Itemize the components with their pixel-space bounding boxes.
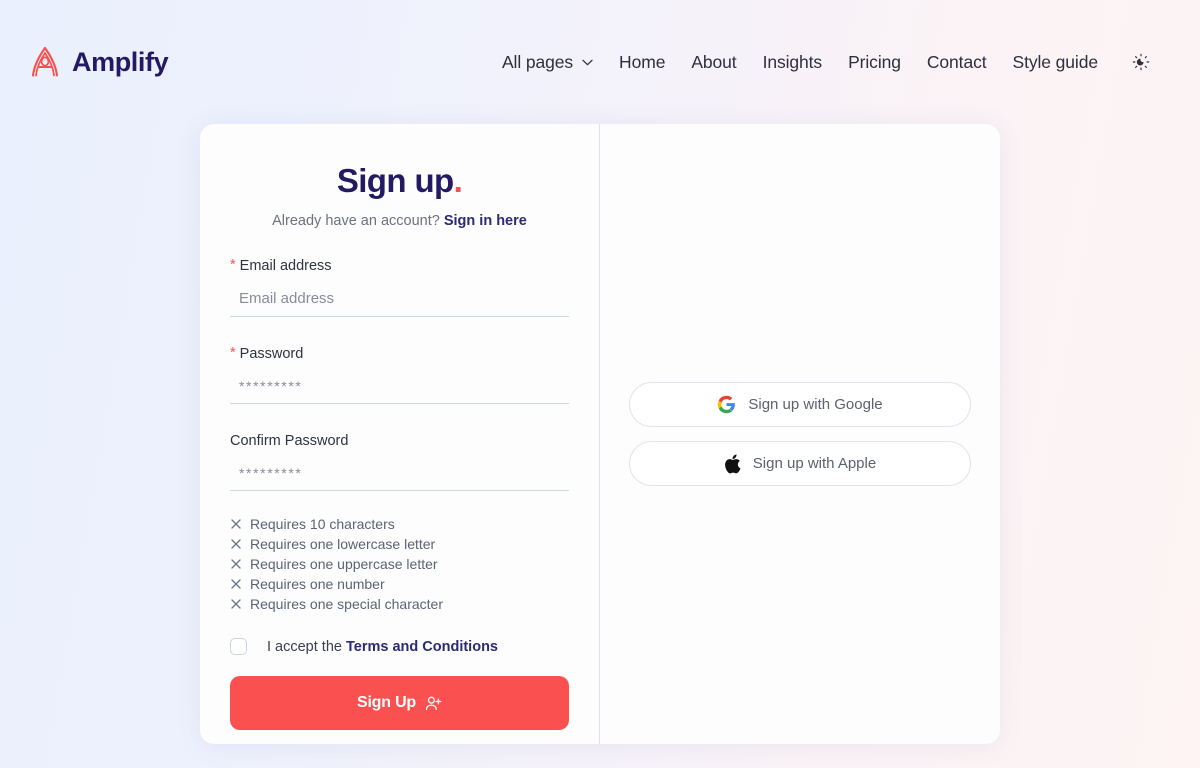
confirm-password-field-group: Confirm Password <box>230 433 569 491</box>
sun-moon-toggle-icon[interactable] <box>1126 47 1156 77</box>
nav-item-about[interactable]: About <box>691 52 736 73</box>
password-input[interactable] <box>230 362 569 404</box>
requirement-text: Requires one lowercase letter <box>250 536 436 552</box>
social-signup-pane: Sign up with Google Sign up with Apple <box>600 124 1000 744</box>
requirement-item: Requires one uppercase letter <box>230 554 569 574</box>
x-icon <box>230 598 242 610</box>
email-input[interactable] <box>230 274 569 317</box>
sign-up-button-label: Sign Up <box>356 694 417 711</box>
sign-up-with-google-button[interactable]: Sign up with Google <box>629 382 971 427</box>
terms-row: I accept the Terms and Conditions <box>230 638 569 655</box>
sign-up-with-apple-button[interactable]: Sign up with Apple <box>629 441 971 486</box>
top-navbar: Amplify All pages Home About Insights Pr… <box>0 0 1200 124</box>
requirement-text: Requires one special character <box>250 596 443 612</box>
signup-card-wrapper: Sign up. Already have an account? Sign i… <box>0 124 1200 744</box>
nav-item-pricing[interactable]: Pricing <box>848 52 901 73</box>
email-field-group: * Email address <box>230 257 569 317</box>
confirm-password-field-label: Confirm Password <box>230 433 569 449</box>
nav-item-all-pages-label: All pages <box>501 51 574 72</box>
requirement-item: Requires one lowercase letter <box>230 534 569 554</box>
email-field-label-text: Email address <box>239 258 332 274</box>
requirement-item: Requires 10 characters <box>230 514 569 534</box>
x-icon <box>230 578 242 590</box>
signin-link[interactable]: Sign in here <box>444 213 527 229</box>
nav-item-contact[interactable]: Contact <box>927 52 987 73</box>
user-plus-icon <box>425 695 442 712</box>
required-marker: * <box>230 345 236 361</box>
brand-logo[interactable]: Amplify <box>28 44 169 80</box>
chevron-down-icon <box>582 59 593 66</box>
password-requirements-list: Requires 10 characters Requires one lowe… <box>230 514 569 614</box>
nav-links: All pages Home About Insights Pricing Co… <box>502 52 1098 73</box>
x-icon <box>230 518 242 530</box>
terms-checkbox[interactable] <box>230 638 247 655</box>
nav-item-all-pages[interactable]: All pages <box>502 52 593 73</box>
page-title-dot: . <box>453 162 463 199</box>
nav-item-style-guide[interactable]: Style guide <box>1013 52 1099 73</box>
requirement-item: Requires one number <box>230 574 569 594</box>
amplify-a-logo-icon <box>28 44 62 80</box>
google-icon <box>717 395 736 414</box>
nav-item-home[interactable]: Home <box>619 52 665 73</box>
confirm-password-field-label-text: Confirm Password <box>230 433 349 449</box>
x-icon <box>230 538 242 550</box>
required-marker: * <box>230 257 236 273</box>
sign-up-with-apple-label: Sign up with Apple <box>752 455 877 472</box>
signin-prompt: Already have an account? Sign in here <box>230 213 569 229</box>
confirm-password-input[interactable] <box>230 449 569 491</box>
signup-card: Sign up. Already have an account? Sign i… <box>200 124 1000 744</box>
requirement-text: Requires one uppercase letter <box>250 556 438 572</box>
signin-prompt-text: Already have an account? <box>272 213 440 229</box>
email-field-label: * Email address <box>230 257 569 274</box>
page-title: Sign up. <box>230 162 569 200</box>
nav-item-insights[interactable]: Insights <box>763 52 823 73</box>
password-field-label-text: Password <box>239 346 304 362</box>
signup-form-pane: Sign up. Already have an account? Sign i… <box>200 124 600 744</box>
x-icon <box>230 558 242 570</box>
requirement-item: Requires one special character <box>230 594 569 614</box>
sign-up-button[interactable]: Sign Up <box>230 676 569 730</box>
terms-label: I accept the Terms and Conditions <box>267 639 498 655</box>
page-title-text: Sign up <box>336 162 454 199</box>
sign-up-with-google-label: Sign up with Google <box>748 396 883 413</box>
terms-and-conditions-link[interactable]: Terms and Conditions <box>346 639 498 655</box>
apple-icon <box>724 454 741 474</box>
requirement-text: Requires 10 characters <box>250 516 395 532</box>
terms-label-text: I accept the <box>267 638 342 655</box>
password-field-group: * Password <box>230 345 569 404</box>
brand-name: Amplify <box>72 46 169 77</box>
password-field-label: * Password <box>230 345 569 362</box>
requirement-text: Requires one number <box>250 576 385 592</box>
